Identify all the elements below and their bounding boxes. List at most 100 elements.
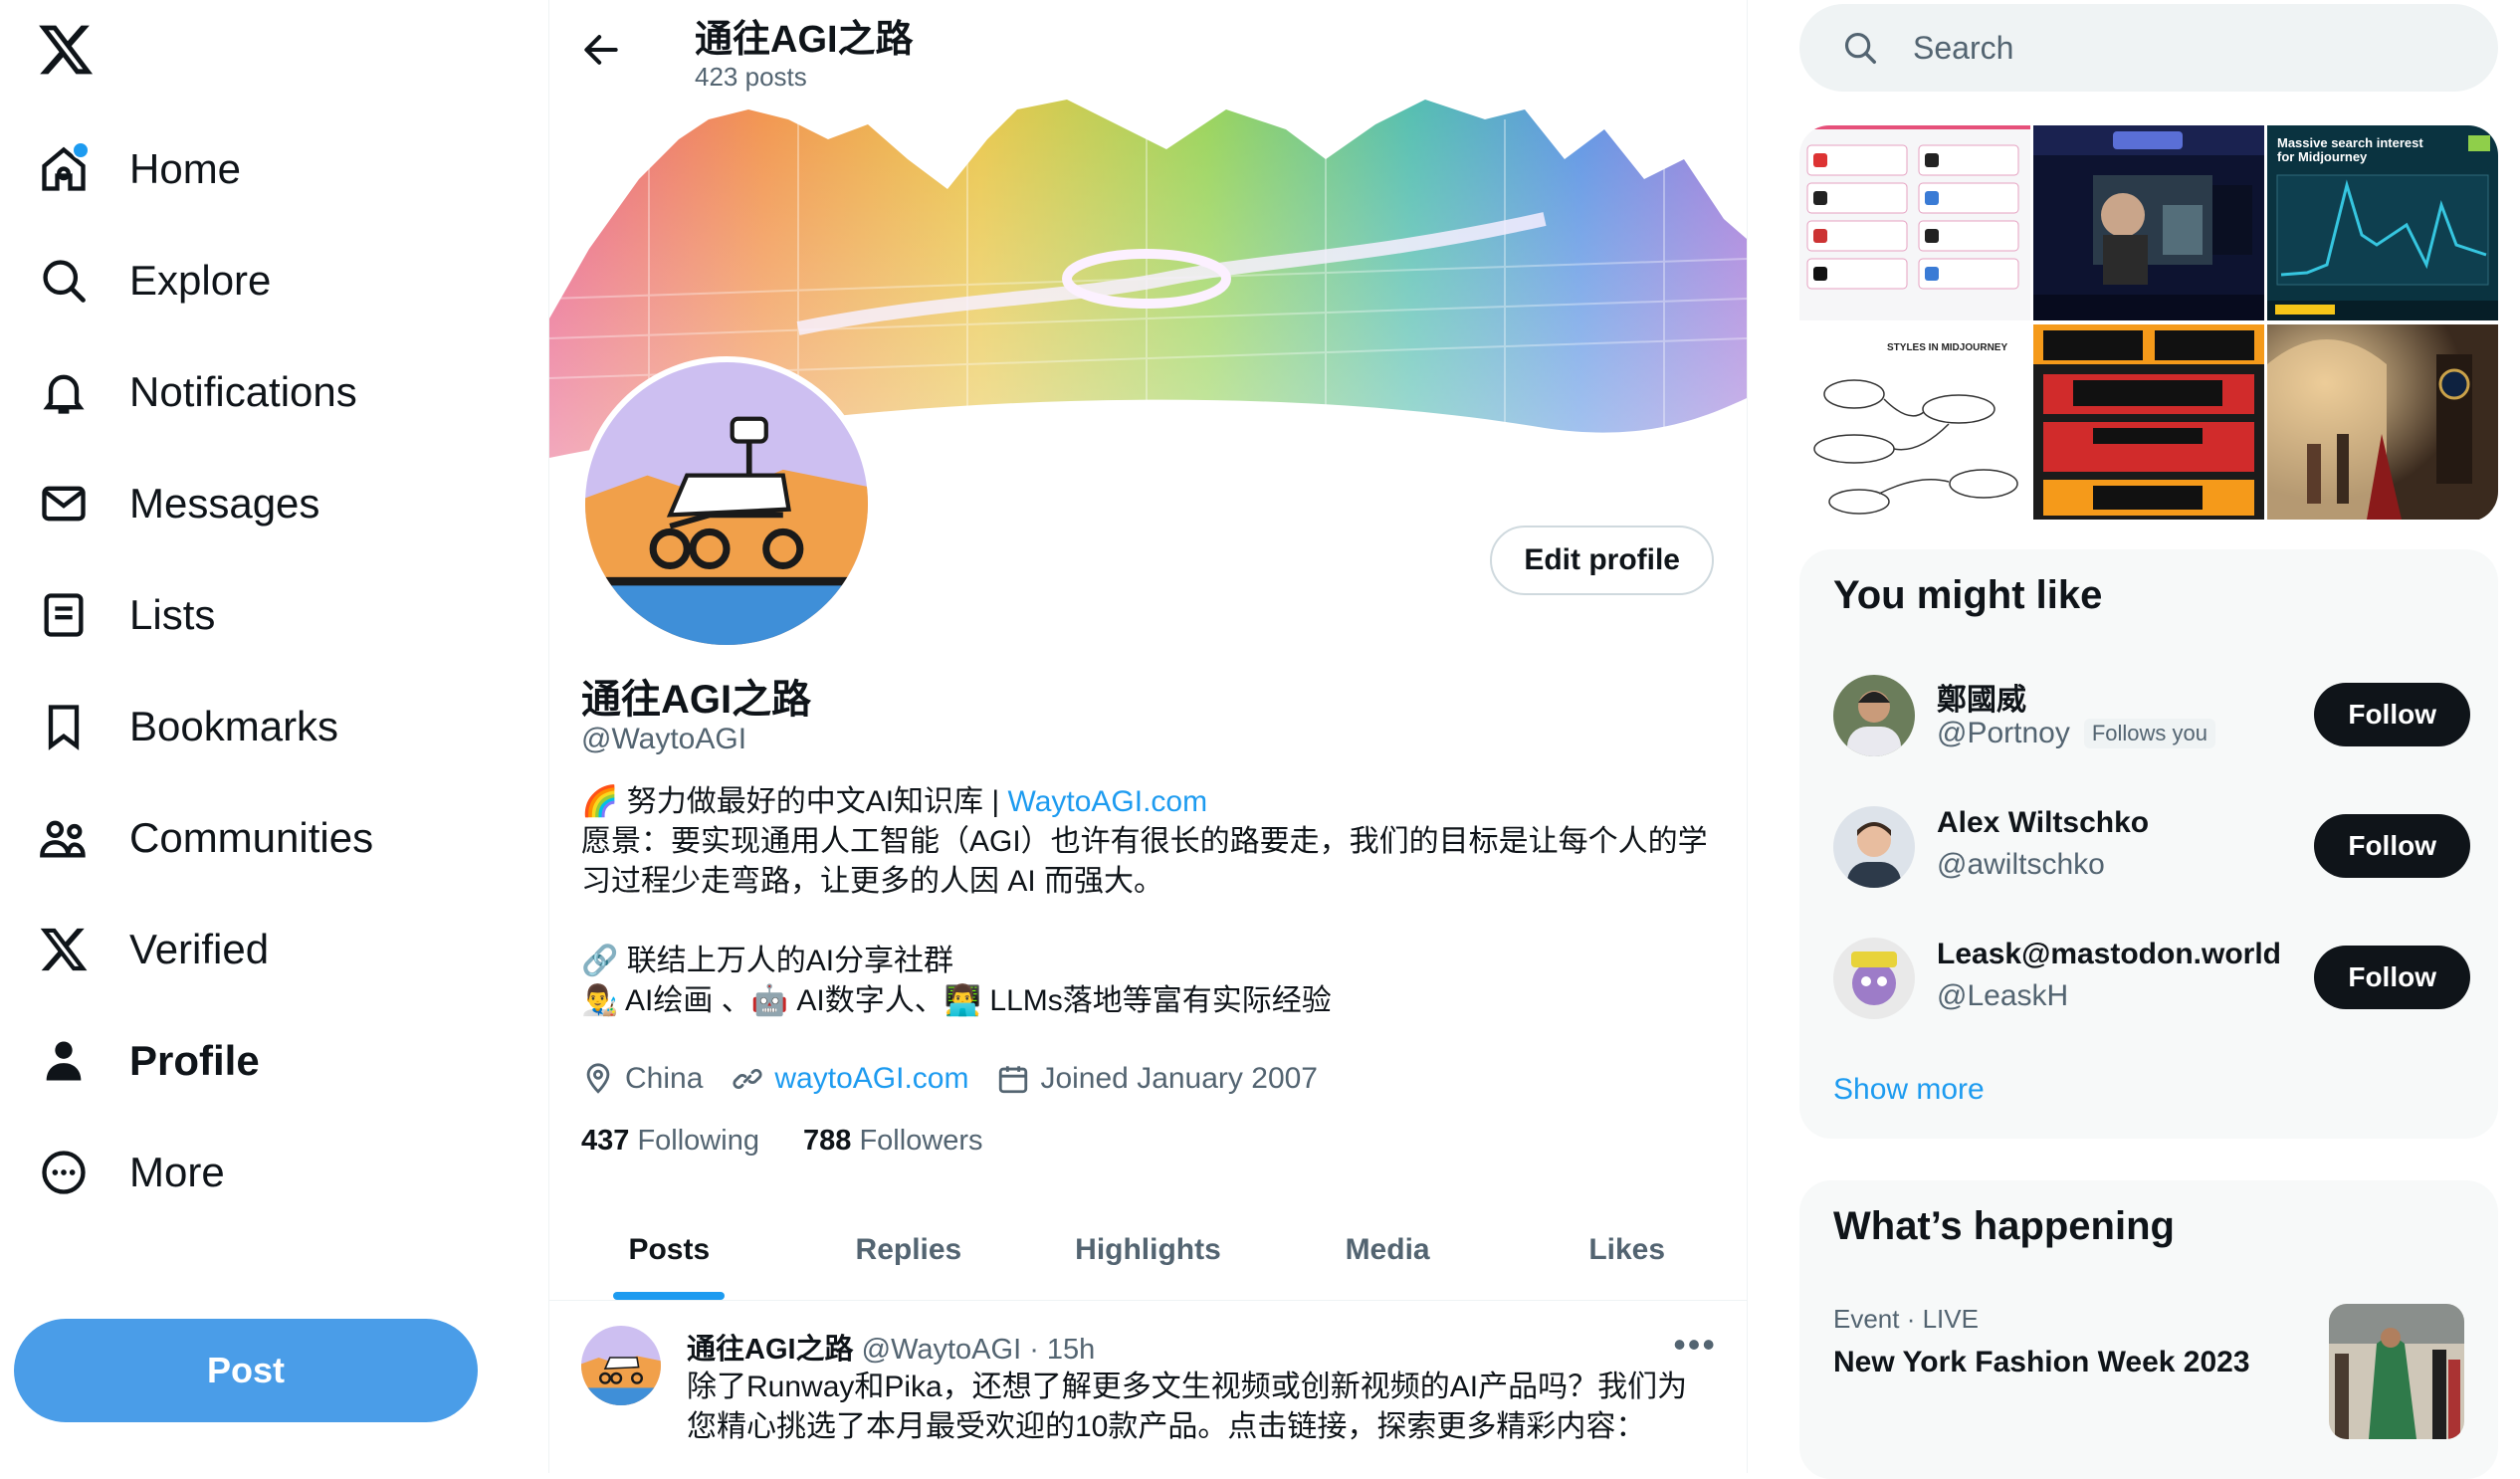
tab-replies[interactable]: Replies	[789, 1200, 1029, 1300]
search-icon	[36, 253, 92, 309]
tweet-line: 您精心挑选了本月最受欢迎的10款产品。点击链接，探索更多精彩内容：	[687, 1410, 1646, 1443]
profile-main-column: 通往AGI之路 423 posts Edit profile 通往AGI之路 @…	[548, 0, 1748, 1473]
nav-more[interactable]: More	[36, 1133, 225, 1212]
nav-label: Messages	[129, 480, 320, 527]
you-might-like-card: You might like 鄭國威 @Portnoy Follows you …	[1799, 549, 2498, 1139]
location-item: China	[581, 1062, 703, 1096]
profile-avatar[interactable]	[579, 356, 874, 651]
tweet-handle-time: @WaytoAGI · 15h	[861, 1334, 1096, 1366]
nav-label: Verified	[129, 926, 270, 972]
calendar-icon	[999, 1066, 1028, 1094]
nav-verified[interactable]: Verified	[36, 910, 269, 989]
trend-meta: Event · LIVE	[1833, 1304, 1979, 1334]
following-stat[interactable]: 437 Following	[581, 1125, 759, 1157]
nav-label: Notifications	[129, 368, 357, 415]
profile-tabs: Posts Replies Highlights Media Likes	[549, 1200, 1747, 1301]
avatar[interactable]	[1833, 938, 1915, 1019]
nav-notifications[interactable]: Notifications	[36, 352, 357, 432]
location-pin-icon	[586, 1063, 610, 1094]
edit-profile-button[interactable]: Edit profile	[1490, 526, 1714, 595]
nav-label: Home	[129, 145, 242, 192]
follow-button[interactable]: Follow	[2314, 683, 2470, 746]
more-options-icon[interactable]: •••	[1673, 1324, 1717, 1366]
people-icon	[36, 810, 92, 866]
nav-label: Explore	[129, 257, 272, 304]
left-sidebar: Home Explore Notifications Messages List…	[0, 0, 548, 1473]
media-thumb[interactable]: STYLES IN MIDJOURNEY	[1799, 324, 2030, 520]
media-thumb[interactable]	[1799, 125, 2030, 320]
media-thumb[interactable]	[2267, 324, 2498, 520]
tab-highlights[interactable]: Highlights	[1028, 1200, 1268, 1300]
suggested-user[interactable]: 鄭國威 @Portnoy Follows you Follow	[1833, 675, 2470, 764]
show-more-link[interactable]: Show more	[1833, 1073, 1985, 1107]
search-box[interactable]: Search	[1799, 4, 2498, 92]
tweet-line: 除了Runway和Pika，还想了解更多文生视频或创新视频的AI产品吗？我们为	[687, 1371, 1688, 1403]
bio-link[interactable]: WaytoAGI.com	[1008, 785, 1208, 818]
follow-button[interactable]: Follow	[2314, 946, 2470, 1009]
followers-stat[interactable]: 788 Followers	[803, 1125, 983, 1157]
bio-line: 👨‍🎨 AI绘画 、🤖 AI数字人、👨‍💻 LLMs落地等富有实际经验	[581, 984, 1332, 1017]
profile-handle: @WaytoAGI	[581, 723, 747, 755]
user-name: Leask@mastodon.world	[1937, 938, 2281, 970]
following-label: Following	[637, 1125, 759, 1157]
nav-label: Lists	[129, 591, 216, 638]
media-thumb[interactable]	[2033, 324, 2264, 520]
trend-name[interactable]: New York Fashion Week 2023	[1833, 1346, 2250, 1379]
tweet-author-name[interactable]: 通往AGI之路	[687, 1334, 854, 1366]
bio-text: 🌈 努力做最好的中文AI知识库 |	[581, 785, 1008, 818]
tab-posts[interactable]: Posts	[549, 1200, 789, 1300]
website-link[interactable]: waytoAGI.com	[774, 1062, 968, 1096]
right-sidebar: Search Massive search interest for Midjo…	[1799, 0, 2506, 1479]
nav-communities[interactable]: Communities	[36, 798, 373, 878]
media-preview-grid: Massive search interest for Midjourney S…	[1799, 125, 2498, 522]
x-logo-icon[interactable]	[36, 20, 96, 80]
media-thumb[interactable]	[2033, 125, 2264, 320]
nav-label: Communities	[129, 814, 374, 861]
follows-you-badge: Follows you	[2083, 719, 2215, 748]
user-handle: @Portnoy Follows you	[1937, 717, 2215, 750]
user-name: Alex Wiltschko	[1937, 806, 2150, 839]
suggested-user[interactable]: Alex Wiltschko @awiltschko Follow	[1833, 806, 2470, 896]
nav-home[interactable]: Home	[36, 129, 241, 209]
avatar[interactable]	[1833, 806, 1915, 888]
avatar[interactable]	[1833, 675, 1915, 756]
followers-count: 788	[803, 1125, 852, 1157]
thumb-text: for Midjourney	[2277, 149, 2368, 164]
nav-messages[interactable]: Messages	[36, 464, 319, 543]
tweet-avatar[interactable]	[581, 1326, 661, 1405]
user-handle: @awiltschko	[1937, 848, 2105, 881]
nav-explore[interactable]: Explore	[36, 241, 271, 320]
nav-profile[interactable]: Profile	[36, 1021, 260, 1101]
suggested-user[interactable]: Leask@mastodon.world @LeaskH Follow	[1833, 938, 2470, 1027]
media-thumb[interactable]: Massive search interest for Midjourney	[2267, 125, 2498, 320]
joined-item: Joined January 2007	[996, 1062, 1318, 1096]
link-icon	[733, 1068, 762, 1090]
x-logo-icon	[36, 922, 92, 977]
location-text: China	[625, 1062, 704, 1095]
post-button[interactable]: Post	[14, 1319, 478, 1422]
person-icon	[36, 1033, 92, 1089]
tweet[interactable]: 通往AGI之路 @WaytoAGI · 15h ••• 除了Runway和Pik…	[549, 1302, 1747, 1473]
home-icon	[36, 141, 92, 197]
profile-meta: China waytoAGI.com Joined January 2007	[581, 1059, 1346, 1099]
bio-line: 🔗 联结上万人的AI分享社群	[581, 945, 954, 977]
profile-name: 通往AGI之路	[581, 678, 812, 722]
tab-media[interactable]: Media	[1268, 1200, 1508, 1300]
back-arrow-icon[interactable]	[579, 28, 629, 72]
follow-button[interactable]: Follow	[2314, 814, 2470, 878]
user-handle-text: @Portnoy	[1937, 717, 2070, 749]
bio-line: 习过程少走弯路，让更多的人因 AI 而强大。	[581, 865, 1164, 898]
website-item[interactable]: waytoAGI.com	[731, 1062, 968, 1096]
search-icon	[1844, 32, 1876, 64]
nav-bookmarks[interactable]: Bookmarks	[36, 687, 338, 766]
tab-likes[interactable]: Likes	[1507, 1200, 1747, 1300]
nav-lists[interactable]: Lists	[36, 575, 215, 655]
nav-label: Bookmarks	[129, 703, 339, 749]
trend-image[interactable]	[2329, 1304, 2464, 1439]
whats-happening-card: What’s happening Event · LIVE New York F…	[1799, 1180, 2498, 1479]
search-placeholder: Search	[1913, 29, 2014, 66]
card-title: What’s happening	[1833, 1204, 2175, 1248]
tweet-header: 通往AGI之路 @WaytoAGI · 15h	[687, 1326, 1095, 1368]
page-title: 通往AGI之路	[695, 19, 914, 61]
thumb-text: Massive search interest	[2277, 135, 2423, 150]
